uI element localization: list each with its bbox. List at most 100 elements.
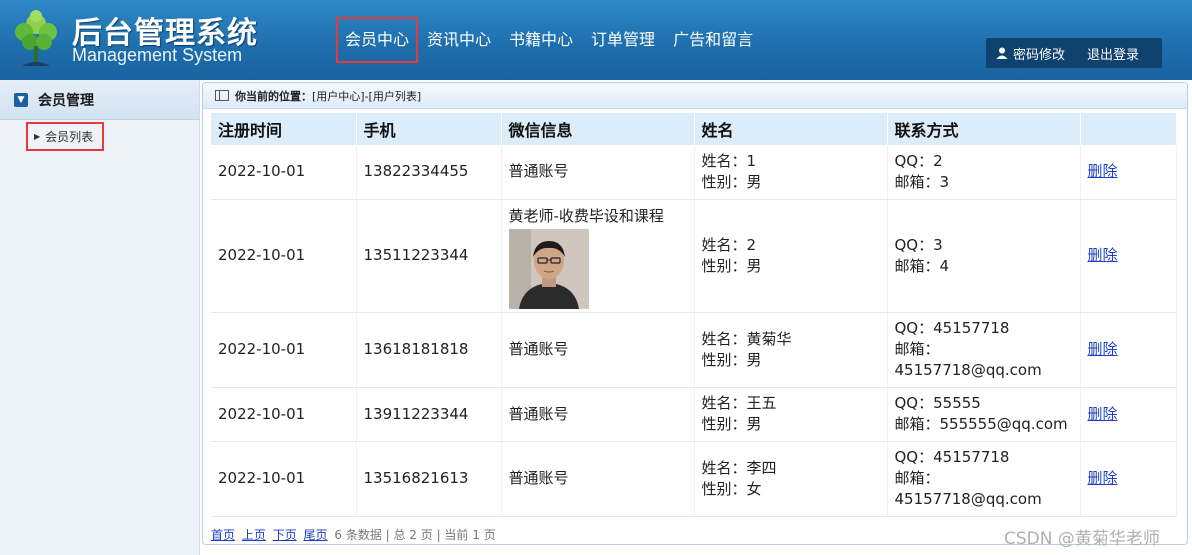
name-text: 姓名：2 — [701, 235, 757, 254]
nav-member-center[interactable]: 会员中心 — [336, 17, 419, 63]
table-row: 2022-10-01 13618181818 普通账号 姓名：黄菊华 性别：男 Q… — [211, 312, 1177, 388]
breadcrumb: 你当前的位置： [用户中心]-[用户列表] — [203, 83, 1187, 109]
cell-name: 姓名：李四性别：女 — [694, 441, 888, 517]
watermark: CSDN @黄菊华老师 — [1004, 529, 1160, 549]
name-text: 姓名：1 — [701, 151, 757, 170]
cell-action: 删除 — [1080, 387, 1177, 442]
cell-date: 2022-10-01 — [211, 145, 357, 200]
app-header: 后台管理系统 Management System 会员中心 资讯中心 书籍中心 … — [0, 0, 1192, 80]
gender-text: 性别：男 — [701, 256, 762, 275]
gender-text: 性别：男 — [701, 415, 762, 433]
cell-contact: QQ：45157718 邮箱：45157718@qq.com — [887, 441, 1081, 517]
email-text: 邮箱：3 — [894, 172, 950, 191]
name-text: 姓名：李四 — [701, 458, 777, 477]
cell-wechat: 黄老师-收费毕设和课程 — [501, 199, 695, 313]
qq-text: QQ：45157718 — [894, 448, 1010, 466]
change-password-link[interactable]: 密码修改 — [1013, 44, 1065, 63]
collapse-icon: ▼ — [14, 92, 28, 107]
member-table: 注册时间 手机 微信信息 姓名 联系方式 2022-10-01 13822334… — [211, 113, 1177, 517]
cell-phone: 13516821613 — [356, 441, 502, 517]
nav-order-management[interactable]: 订单管理 — [582, 17, 664, 63]
logout-link[interactable]: 退出登录 — [1087, 44, 1139, 63]
delete-link[interactable]: 删除 — [1088, 340, 1118, 358]
email-text: 邮箱：4 — [894, 256, 950, 275]
user-icon — [996, 47, 1008, 59]
cell-wechat: 普通账号 — [501, 145, 695, 200]
pagination: 首页 上页 下页 尾页 6 条数据 | 总 2 页 | 当前 1 页 — [211, 526, 496, 543]
cell-action: 删除 — [1080, 312, 1177, 388]
gender-text: 性别：男 — [701, 350, 762, 369]
col-register-time: 注册时间 — [211, 113, 357, 145]
cell-action: 删除 — [1080, 145, 1177, 200]
email-text: 邮箱：45157718@qq.com — [894, 469, 1042, 508]
cell-action: 删除 — [1080, 199, 1177, 313]
gender-text: 性别：男 — [701, 172, 762, 191]
table-row: 2022-10-01 13911223344 普通账号 姓名：王五性别：男 QQ… — [211, 387, 1177, 442]
qq-text: QQ：2 — [894, 151, 943, 170]
qq-text: QQ：55555 — [894, 394, 981, 412]
table-row: 2022-10-01 13516821613 普通账号 姓名：李四性别：女 QQ… — [211, 441, 1177, 517]
table-row: 2022-10-01 13511223344 黄老师-收费毕设和课程 姓名：2 … — [211, 199, 1177, 313]
sidebar-group-label: 会员管理 — [38, 92, 94, 109]
pager-next-link[interactable]: 下页 — [273, 528, 297, 542]
email-text: 邮箱：555555@qq.com — [894, 415, 1068, 433]
col-action — [1080, 113, 1177, 145]
pager-first-link[interactable]: 首页 — [211, 528, 235, 542]
pager-prev-link[interactable]: 上页 — [242, 528, 266, 542]
cell-name: 姓名：2 性别：男 — [694, 199, 888, 313]
pager-last-link[interactable]: 尾页 — [304, 528, 328, 542]
top-nav: 会员中心 资讯中心 书籍中心 订单管理 广告和留言 — [336, 17, 762, 63]
cell-name: 姓名：1 性别：男 — [694, 145, 888, 200]
cell-date: 2022-10-01 — [211, 387, 357, 442]
sidebar-item-label: 会员列表 — [45, 130, 94, 144]
nav-ads-messages[interactable]: 广告和留言 — [664, 17, 762, 63]
cell-contact: QQ：45157718 邮箱：45157718@qq.com — [887, 312, 1081, 388]
sidebar-item-member-list[interactable]: ▶ 会员列表 — [26, 122, 104, 151]
cell-action: 删除 — [1080, 441, 1177, 517]
wechat-nickname: 黄老师-收费毕设和课程 — [508, 206, 664, 225]
cell-date: 2022-10-01 — [211, 199, 357, 313]
breadcrumb-path: [用户中心]-[用户列表] — [312, 89, 422, 103]
arrow-right-icon: ▶ — [34, 132, 41, 141]
list-panel: 你当前的位置： [用户中心]-[用户列表] 注册时间 手机 微信信息 姓名 联系… — [202, 82, 1188, 545]
cell-date: 2022-10-01 — [211, 441, 357, 517]
delete-link[interactable]: 删除 — [1088, 469, 1118, 487]
cell-wechat: 普通账号 — [501, 312, 695, 388]
cell-wechat: 普通账号 — [501, 387, 695, 442]
col-name: 姓名 — [694, 113, 888, 145]
cell-phone: 13618181818 — [356, 312, 502, 388]
cell-contact: QQ：2 邮箱：3 — [887, 145, 1081, 200]
name-text: 姓名：王五 — [701, 394, 777, 412]
col-phone: 手机 — [356, 113, 502, 145]
table-header-row: 注册时间 手机 微信信息 姓名 联系方式 — [211, 113, 1177, 145]
delete-link[interactable]: 删除 — [1088, 162, 1118, 180]
delete-link[interactable]: 删除 — [1088, 405, 1118, 423]
nav-news-center[interactable]: 资讯中心 — [418, 17, 500, 63]
cell-name: 姓名：黄菊华 性别：男 — [694, 312, 888, 388]
col-contact: 联系方式 — [887, 113, 1081, 145]
name-text: 姓名：黄菊华 — [701, 329, 792, 348]
tree-logo-icon — [15, 10, 57, 66]
sidebar-group-member[interactable]: ▼ 会员管理 — [0, 80, 199, 120]
delete-link[interactable]: 删除 — [1088, 246, 1118, 264]
cell-phone: 13822334455 — [356, 145, 502, 200]
sidebar: ▼ 会员管理 ▶ 会员列表 — [0, 80, 200, 555]
cell-phone: 13511223344 — [356, 199, 502, 313]
avatar — [508, 228, 589, 309]
table-row: 2022-10-01 13822334455 普通账号 姓名：1 性别：男 QQ：… — [211, 145, 1177, 200]
qq-text: QQ：3 — [894, 235, 943, 254]
app-subtitle: Management System — [72, 45, 243, 65]
nav-book-center[interactable]: 书籍中心 — [500, 17, 582, 63]
user-actions: 密码修改 退出登录 — [986, 38, 1162, 68]
cell-contact: QQ：55555 邮箱：555555@qq.com — [887, 387, 1081, 442]
cell-phone: 13911223344 — [356, 387, 502, 442]
gender-text: 性别：女 — [701, 479, 762, 498]
breadcrumb-label: 你当前的位置： — [235, 89, 312, 103]
col-wechat: 微信信息 — [501, 113, 695, 145]
window-icon — [215, 90, 229, 101]
cell-date: 2022-10-01 — [211, 312, 357, 388]
main-content: 你当前的位置： [用户中心]-[用户列表] 注册时间 手机 微信信息 姓名 联系… — [202, 80, 1192, 555]
cell-wechat: 普通账号 — [501, 441, 695, 517]
cell-contact: QQ：3 邮箱：4 — [887, 199, 1081, 313]
pager-summary: 6 条数据 | 总 2 页 | 当前 1 页 — [334, 528, 496, 542]
